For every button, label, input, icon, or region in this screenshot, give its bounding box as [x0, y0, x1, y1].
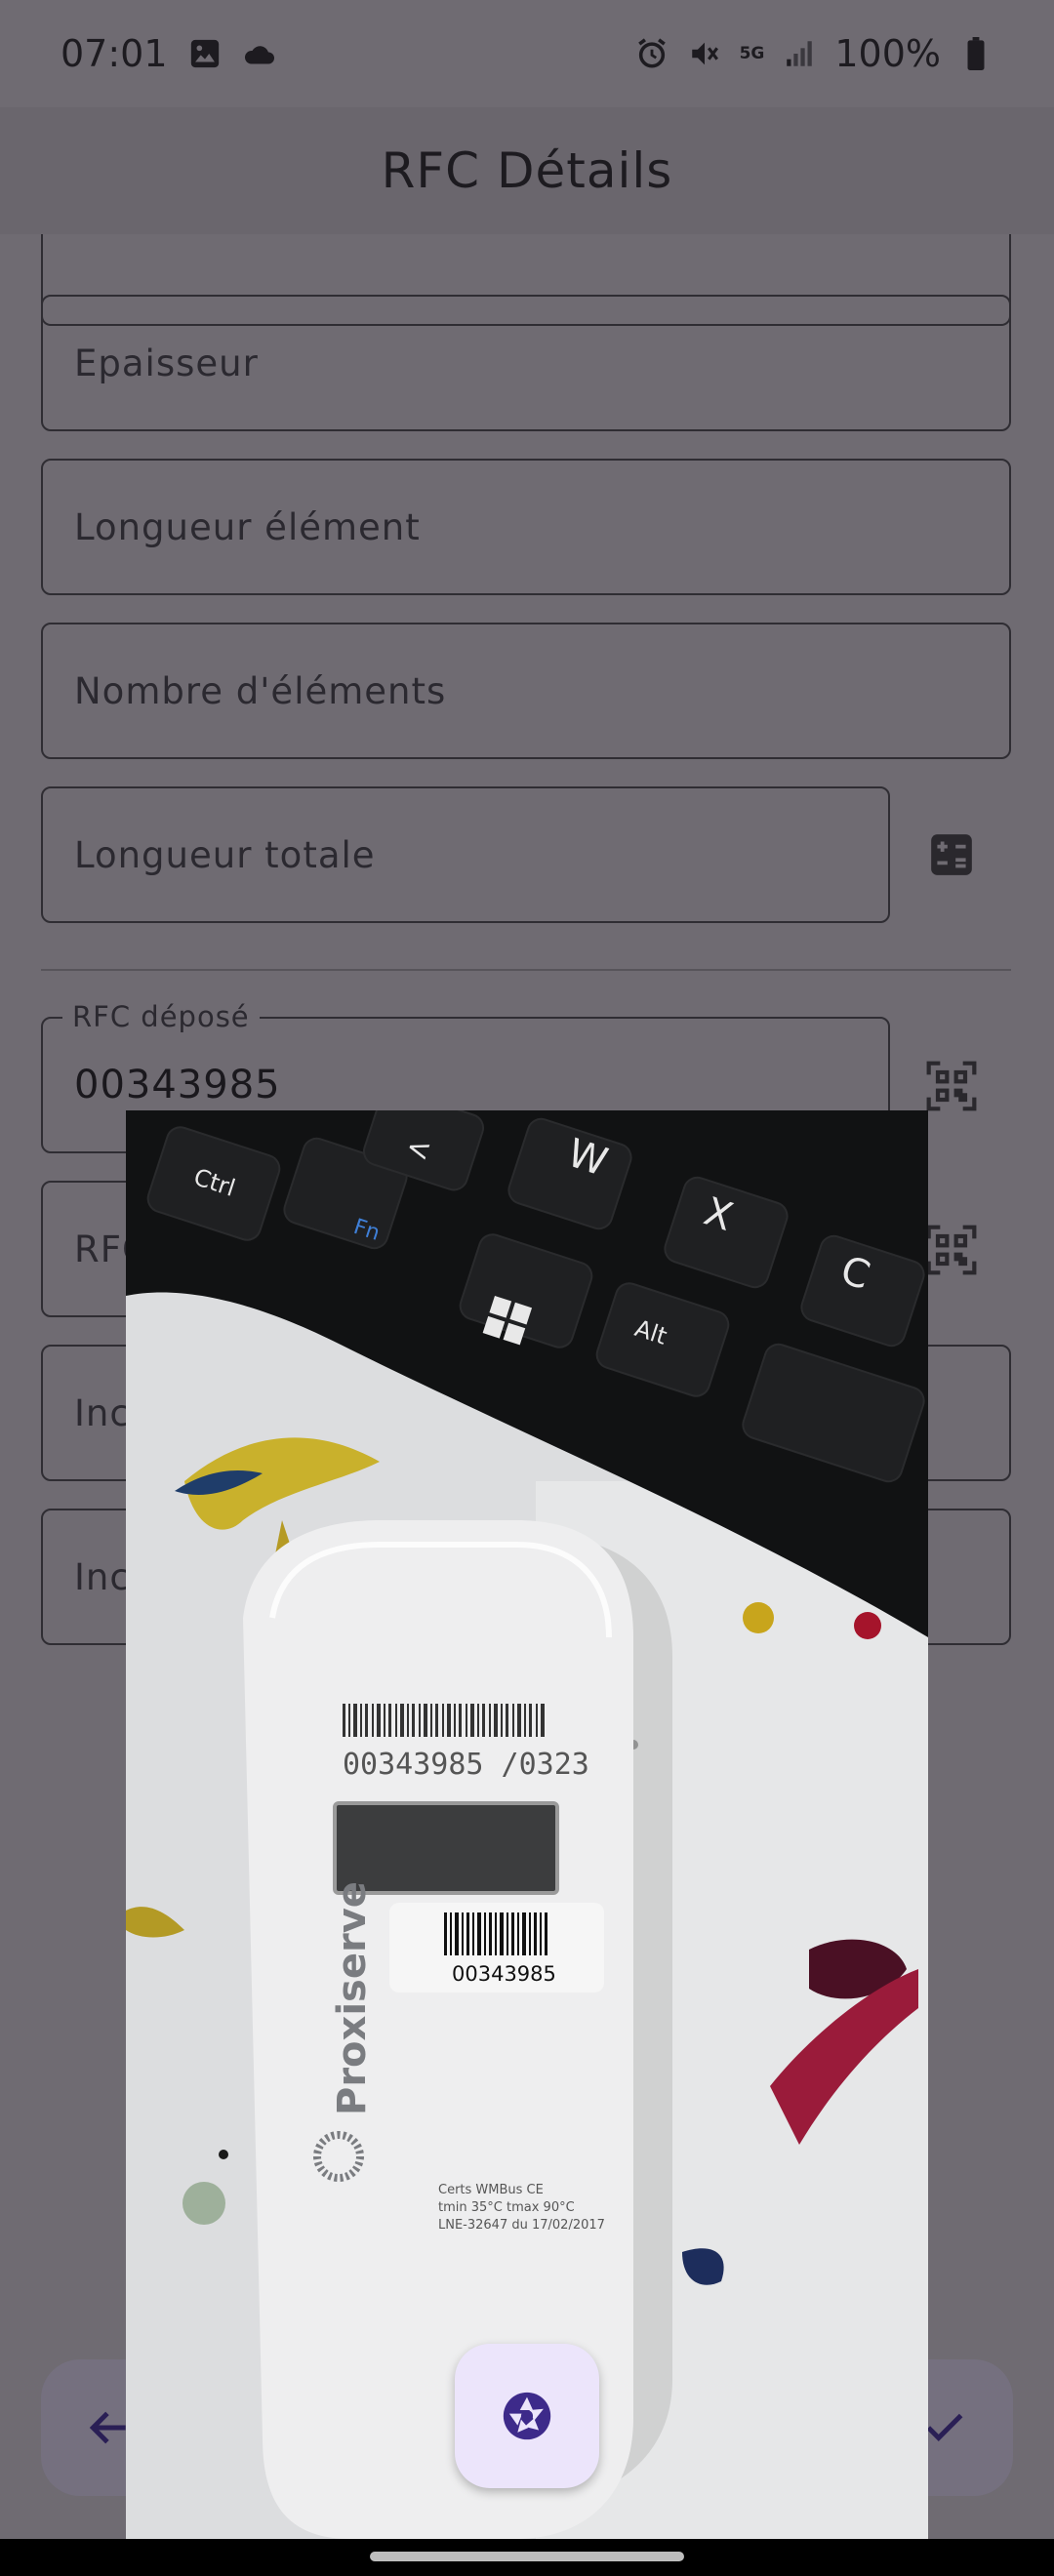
longueur-element-placeholder: Longueur élément: [74, 505, 421, 548]
device-serial: 00343985 /0323: [343, 1748, 589, 1782]
device-fineprint-2: tmin 35°C tmax 90°C: [438, 2200, 575, 2215]
status-time: 07:01: [61, 32, 168, 75]
longueur-element-field[interactable]: Longueur élément: [41, 459, 1011, 595]
app-bar: RFC Détails: [0, 107, 1054, 234]
camera-preview[interactable]: Ctrl Fn Alt W X C < 00343985 /0323 00343…: [126, 1110, 928, 2539]
qr-scan-icon[interactable]: [923, 1058, 980, 1114]
battery-level: 100%: [834, 32, 941, 75]
gallery-icon: [187, 36, 223, 71]
status-bar: 07:01 5G 100%: [0, 0, 1054, 107]
device-fineprint-3: LNE-32647 du 17/02/2017: [438, 2218, 605, 2233]
nombre-elements-placeholder: Nombre d'éléments: [74, 669, 447, 712]
cloud-icon: [242, 36, 277, 71]
rfc-depose-label: RFC déposé: [62, 1000, 260, 1033]
epaisseur-field[interactable]: Epaisseur: [41, 295, 1011, 431]
camera-shutter-icon: [503, 2392, 551, 2440]
device-sticker-number: 00343985: [452, 1962, 556, 1986]
home-gesture-handle[interactable]: [370, 2552, 684, 2561]
epaisseur-placeholder: Epaisseur: [74, 342, 259, 384]
device-barcode-top: [343, 1704, 547, 1739]
device-fineprint-1: Certs WMBus CE: [438, 2183, 544, 2197]
alarm-icon: [634, 36, 669, 71]
signal-icon: [782, 36, 817, 71]
qr-scan-icon-2[interactable]: [923, 1222, 980, 1278]
network-type: 5G: [739, 44, 765, 63]
index-field-1-placeholder: Inc: [74, 1391, 131, 1434]
index-field-2-placeholder: Inc: [74, 1555, 131, 1598]
nombre-elements-field[interactable]: Nombre d'éléments: [41, 623, 1011, 759]
longueur-totale-placeholder: Longueur totale: [74, 833, 376, 876]
capture-button[interactable]: [455, 2344, 599, 2488]
device-brand: Proxiserve: [330, 1881, 375, 2115]
rfc-depose-value: 00343985: [74, 1063, 281, 1107]
longueur-totale-field[interactable]: Longueur totale: [41, 786, 890, 923]
battery-icon: [958, 36, 993, 71]
page-title: RFC Détails: [381, 142, 673, 199]
divider: [41, 969, 1011, 971]
calculator-icon[interactable]: [923, 826, 980, 883]
mute-icon: [687, 36, 722, 71]
